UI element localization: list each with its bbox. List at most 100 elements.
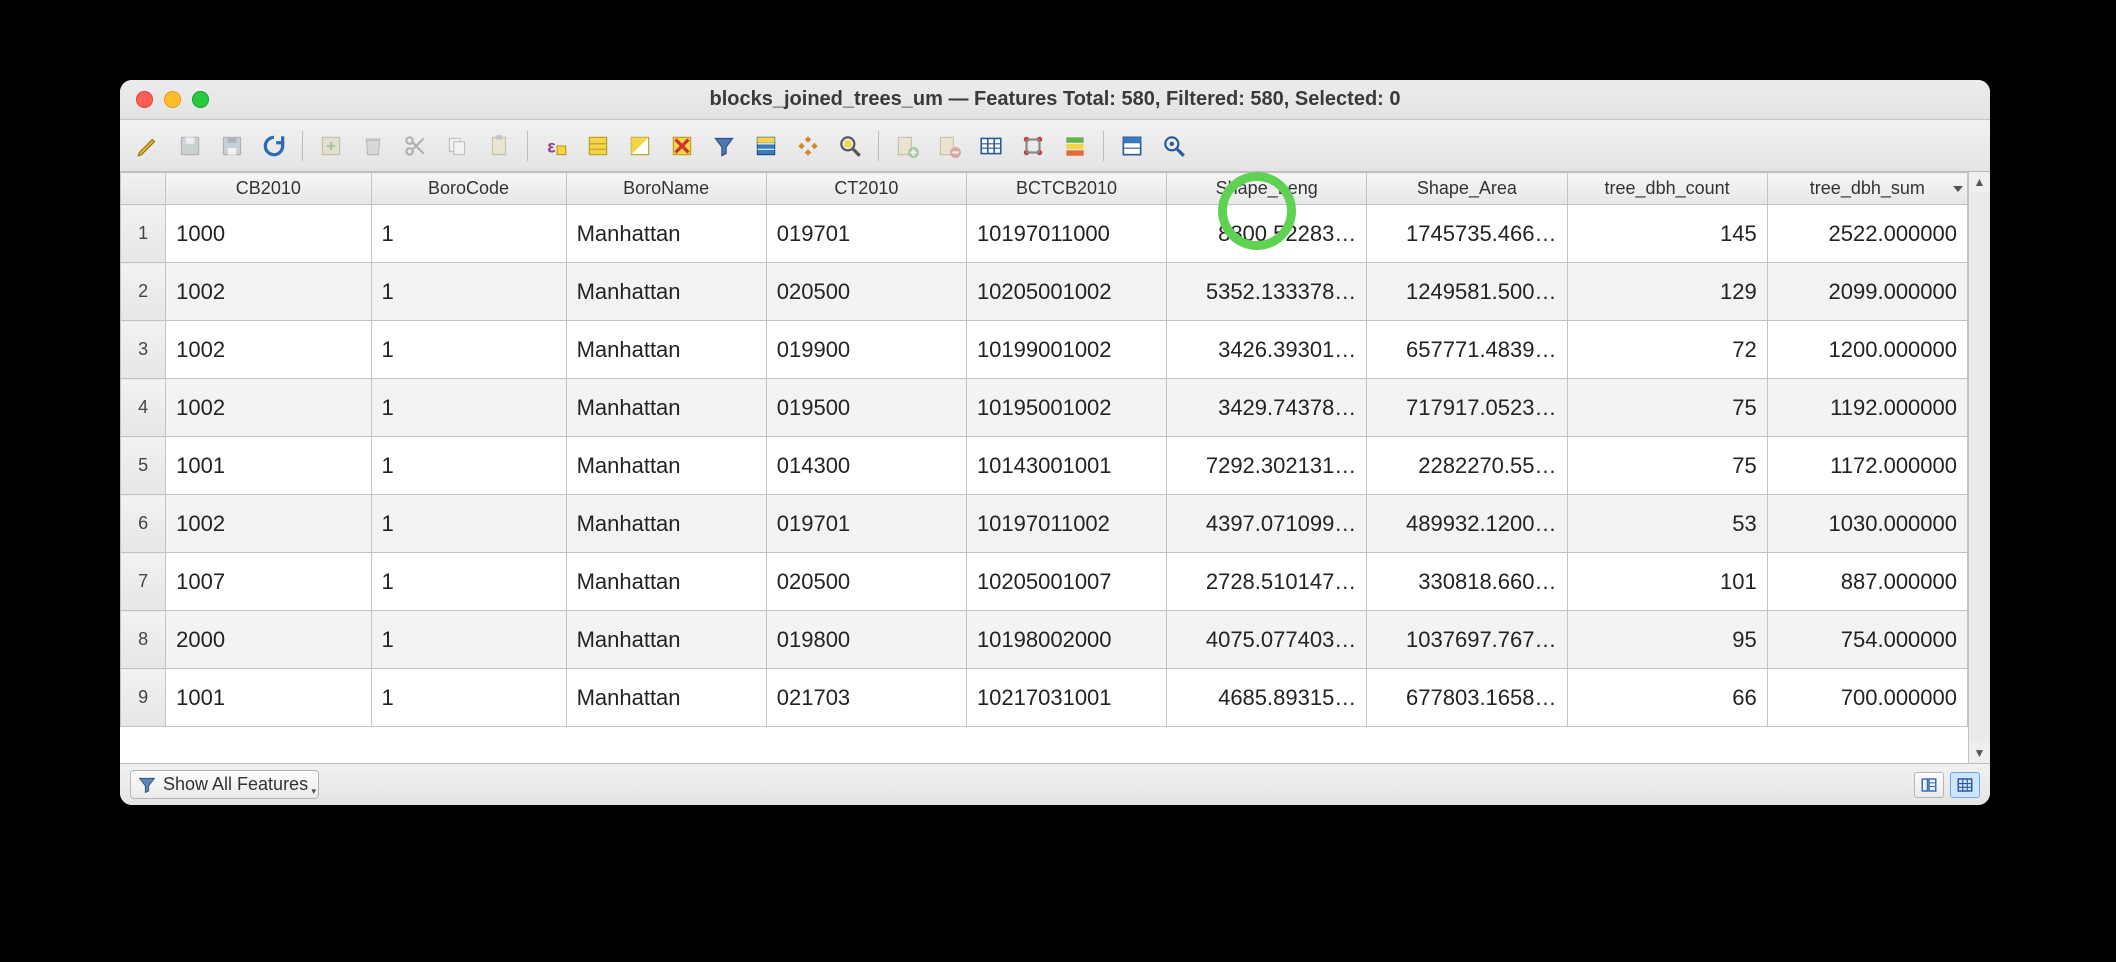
table-scroll[interactable]: CB2010BoroCodeBoroNameCT2010BCTCB2010Sha… xyxy=(120,172,1968,763)
row-number[interactable]: 2 xyxy=(121,263,166,321)
cell-Shape_Area[interactable]: 2282270.55… xyxy=(1367,437,1567,495)
cell-BoroCode[interactable]: 1 xyxy=(371,205,566,263)
cell-tree_dbh_count[interactable]: 101 xyxy=(1567,553,1767,611)
cell-BoroName[interactable]: Manhattan xyxy=(566,669,766,727)
column-header-Shape_Leng[interactable]: Shape_Leng xyxy=(1167,173,1367,205)
cell-tree_dbh_count[interactable]: 95 xyxy=(1567,611,1767,669)
cell-CB2010[interactable]: 1000 xyxy=(166,205,371,263)
column-header-CT2010[interactable]: CT2010 xyxy=(766,173,966,205)
deselect-all-button[interactable] xyxy=(662,126,702,166)
cell-BoroName[interactable]: Manhattan xyxy=(566,495,766,553)
column-header-BCTCB2010[interactable]: BCTCB2010 xyxy=(966,173,1166,205)
cell-BoroName[interactable]: Manhattan xyxy=(566,205,766,263)
cell-CT2010[interactable]: 019900 xyxy=(766,321,966,379)
cell-BoroCode[interactable]: 1 xyxy=(371,669,566,727)
zoom-to-selected-button[interactable] xyxy=(830,126,870,166)
invert-selection-button[interactable] xyxy=(620,126,660,166)
table-row[interactable]: 310021Manhattan019900101990010023426.393… xyxy=(121,321,1968,379)
cell-CB2010[interactable]: 1002 xyxy=(166,321,371,379)
cell-tree_dbh_sum[interactable]: 887.000000 xyxy=(1767,553,1967,611)
cell-CT2010[interactable]: 021703 xyxy=(766,669,966,727)
cell-CT2010[interactable]: 014300 xyxy=(766,437,966,495)
cell-tree_dbh_sum[interactable]: 754.000000 xyxy=(1767,611,1967,669)
cell-Shape_Leng[interactable]: 4075.077403… xyxy=(1167,611,1367,669)
table-row[interactable]: 910011Manhattan021703102170310014685.893… xyxy=(121,669,1968,727)
vertical-scrollbar[interactable]: ▲ ▼ xyxy=(1968,172,1990,763)
column-header-CB2010[interactable]: CB2010 xyxy=(166,173,371,205)
cell-CT2010[interactable]: 020500 xyxy=(766,263,966,321)
cell-Shape_Leng[interactable]: 4685.89315… xyxy=(1167,669,1367,727)
cell-tree_dbh_count[interactable]: 53 xyxy=(1567,495,1767,553)
cell-BoroCode[interactable]: 1 xyxy=(371,611,566,669)
row-number[interactable]: 5 xyxy=(121,437,166,495)
cell-BCTCB2010[interactable]: 10197011002 xyxy=(966,495,1166,553)
cell-BoroCode[interactable]: 1 xyxy=(371,495,566,553)
cell-BoroName[interactable]: Manhattan xyxy=(566,321,766,379)
table-row[interactable]: 820001Manhattan019800101980020004075.077… xyxy=(121,611,1968,669)
column-header-tree_dbh_count[interactable]: tree_dbh_count xyxy=(1567,173,1767,205)
cell-BoroCode[interactable]: 1 xyxy=(371,553,566,611)
select-all-button[interactable] xyxy=(578,126,618,166)
scroll-track[interactable] xyxy=(1969,192,1990,743)
column-header-tree_dbh_sum[interactable]: tree_dbh_sum xyxy=(1767,173,1967,205)
cell-BCTCB2010[interactable]: 10205001002 xyxy=(966,263,1166,321)
cell-CB2010[interactable]: 1002 xyxy=(166,379,371,437)
cell-BCTCB2010[interactable]: 10205001007 xyxy=(966,553,1166,611)
row-number[interactable]: 1 xyxy=(121,205,166,263)
cell-BoroCode[interactable]: 1 xyxy=(371,321,566,379)
row-number[interactable]: 9 xyxy=(121,669,166,727)
cell-BoroName[interactable]: Manhattan xyxy=(566,553,766,611)
row-number-header[interactable] xyxy=(121,173,166,205)
cell-Shape_Area[interactable]: 489932.1200… xyxy=(1367,495,1567,553)
cell-BoroName[interactable]: Manhattan xyxy=(566,437,766,495)
cell-CB2010[interactable]: 2000 xyxy=(166,611,371,669)
cell-CT2010[interactable]: 019701 xyxy=(766,205,966,263)
cell-Shape_Leng[interactable]: 4397.071099… xyxy=(1167,495,1367,553)
cell-CT2010[interactable]: 020500 xyxy=(766,553,966,611)
cell-CB2010[interactable]: 1001 xyxy=(166,669,371,727)
close-icon[interactable] xyxy=(136,91,153,108)
form-view-button[interactable] xyxy=(1914,772,1944,798)
cell-Shape_Area[interactable]: 677803.1658… xyxy=(1367,669,1567,727)
cell-BoroCode[interactable]: 1 xyxy=(371,379,566,437)
cell-CB2010[interactable]: 1007 xyxy=(166,553,371,611)
cell-Shape_Leng[interactable]: 5352.133378… xyxy=(1167,263,1367,321)
cell-BoroName[interactable]: Manhattan xyxy=(566,611,766,669)
cell-Shape_Area[interactable]: 1037697.767… xyxy=(1367,611,1567,669)
cell-Shape_Leng[interactable]: 8800.52283… xyxy=(1167,205,1367,263)
pencil-button[interactable] xyxy=(128,126,168,166)
pan-to-selected-button[interactable] xyxy=(788,126,828,166)
cell-tree_dbh_count[interactable]: 72 xyxy=(1567,321,1767,379)
conditional-format-button[interactable] xyxy=(1055,126,1095,166)
organize-columns-button[interactable] xyxy=(971,126,1011,166)
cell-BCTCB2010[interactable]: 10199001002 xyxy=(966,321,1166,379)
cell-tree_dbh_sum[interactable]: 2522.000000 xyxy=(1767,205,1967,263)
cell-Shape_Leng[interactable]: 7292.302131… xyxy=(1167,437,1367,495)
scroll-up-icon[interactable]: ▲ xyxy=(1969,172,1990,192)
cell-CB2010[interactable]: 1001 xyxy=(166,437,371,495)
cell-tree_dbh_count[interactable]: 145 xyxy=(1567,205,1767,263)
cell-tree_dbh_sum[interactable]: 1200.000000 xyxy=(1767,321,1967,379)
cell-Shape_Area[interactable]: 657771.4839… xyxy=(1367,321,1567,379)
table-row[interactable]: 410021Manhattan019500101950010023429.743… xyxy=(121,379,1968,437)
cell-Shape_Area[interactable]: 1745735.466… xyxy=(1367,205,1567,263)
cell-BoroCode[interactable]: 1 xyxy=(371,437,566,495)
table-row[interactable]: 510011Manhattan014300101430010017292.302… xyxy=(121,437,1968,495)
cell-Shape_Leng[interactable]: 2728.510147… xyxy=(1167,553,1367,611)
select-expression-button[interactable]: ε xyxy=(536,126,576,166)
cell-Shape_Leng[interactable]: 3429.74378… xyxy=(1167,379,1367,437)
filter-features-button[interactable]: Show All Features ▾ xyxy=(130,770,319,799)
cell-CT2010[interactable]: 019701 xyxy=(766,495,966,553)
cell-BCTCB2010[interactable]: 10198002000 xyxy=(966,611,1166,669)
table-row[interactable]: 610021Manhattan019701101970110024397.071… xyxy=(121,495,1968,553)
cell-tree_dbh_count[interactable]: 75 xyxy=(1567,379,1767,437)
column-header-BoroCode[interactable]: BoroCode xyxy=(371,173,566,205)
table-view-button[interactable] xyxy=(1950,772,1980,798)
cell-CT2010[interactable]: 019500 xyxy=(766,379,966,437)
cell-tree_dbh_count[interactable]: 129 xyxy=(1567,263,1767,321)
cell-BoroName[interactable]: Manhattan xyxy=(566,379,766,437)
column-header-Shape_Area[interactable]: Shape_Area xyxy=(1367,173,1567,205)
filter-form-button[interactable] xyxy=(704,126,744,166)
cell-Shape_Area[interactable]: 330818.660… xyxy=(1367,553,1567,611)
cell-BCTCB2010[interactable]: 10197011000 xyxy=(966,205,1166,263)
